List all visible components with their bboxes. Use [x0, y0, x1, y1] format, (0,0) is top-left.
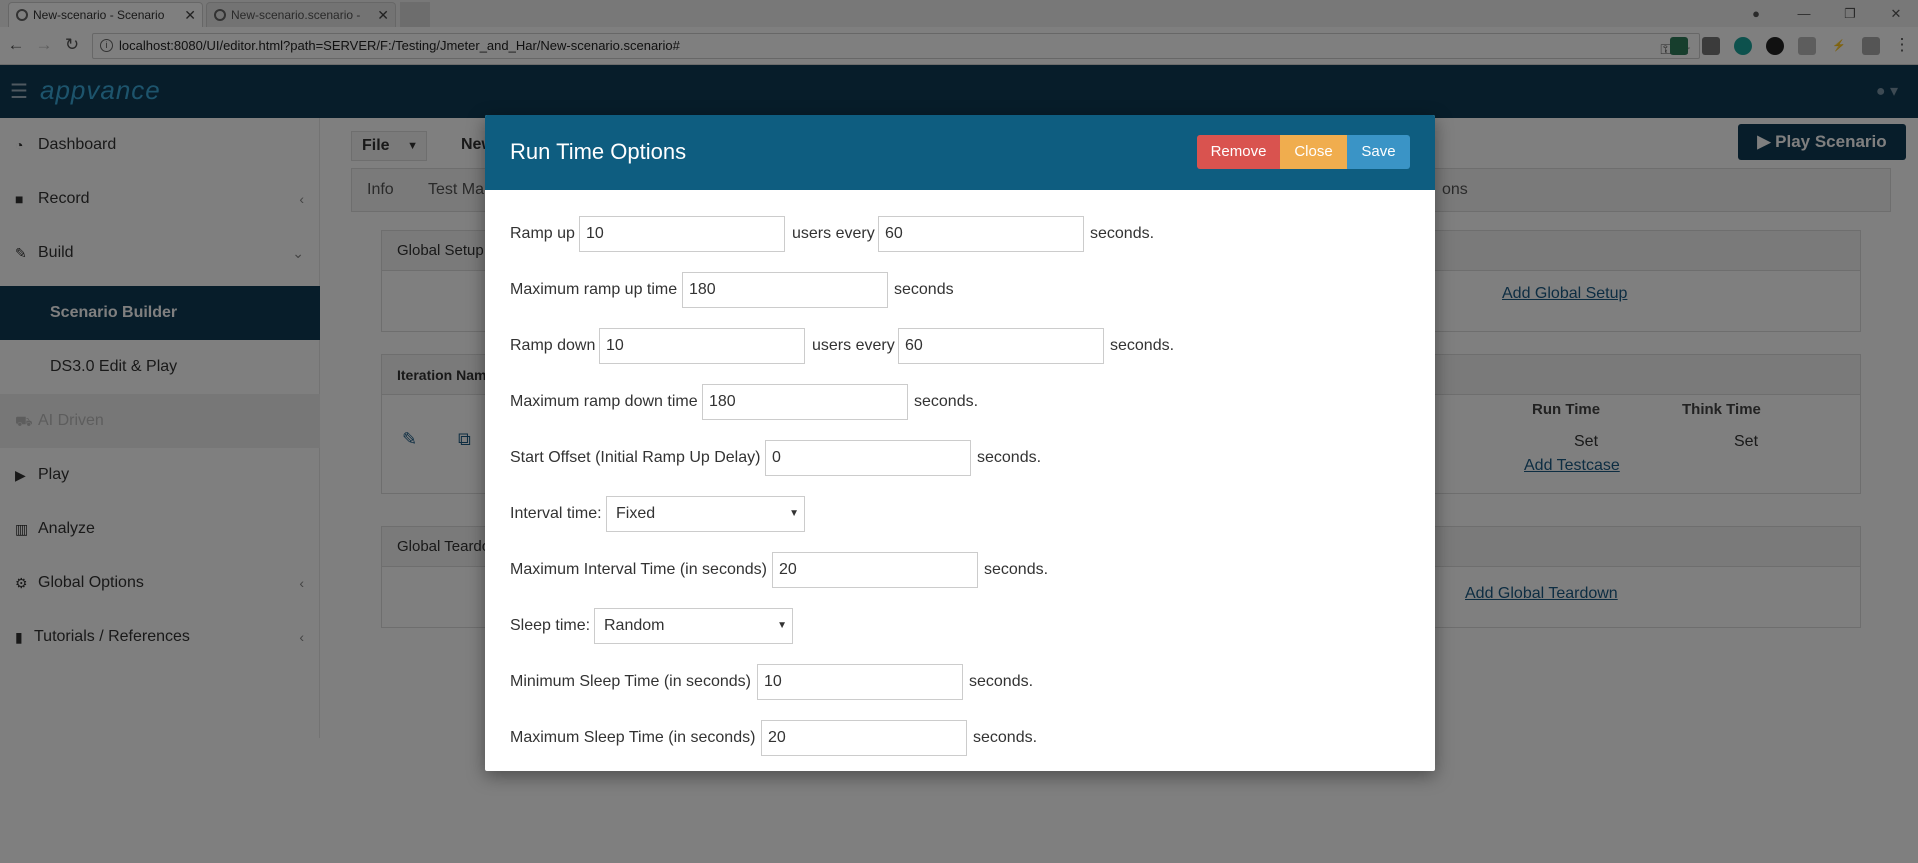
seconds-label: seconds. [1090, 225, 1155, 242]
start-offset-input[interactable] [765, 440, 971, 476]
users-every-label: users every [792, 225, 875, 242]
seconds-label: seconds. [914, 393, 979, 410]
max-sleep-label: Maximum Sleep Time (in seconds) [510, 729, 756, 746]
ramp-up-label: Ramp up [510, 225, 575, 242]
caret-down-icon: ▼ [777, 620, 787, 631]
seconds-label: seconds. [977, 449, 1042, 466]
start-offset-label: Start Offset (Initial Ramp Up Delay) [510, 449, 761, 466]
max-interval-label: Maximum Interval Time (in seconds) [510, 561, 767, 578]
seconds-label: seconds. [1110, 337, 1175, 354]
max-ramp-up-input[interactable] [682, 272, 888, 308]
ramp-down-interval-input[interactable] [898, 328, 1104, 364]
max-sleep-input[interactable] [761, 720, 967, 756]
max-interval-input[interactable] [772, 552, 978, 588]
close-button[interactable]: Close [1280, 135, 1347, 169]
min-sleep-label: Minimum Sleep Time (in seconds) [510, 673, 751, 690]
max-ramp-down-input[interactable] [702, 384, 908, 420]
modal-title: Run Time Options [510, 139, 687, 164]
seconds-label: seconds [894, 281, 954, 298]
remove-button[interactable]: Remove [1197, 135, 1280, 169]
max-ramp-down-label: Maximum ramp down time [510, 393, 698, 410]
min-sleep-input[interactable] [757, 664, 963, 700]
save-button[interactable]: Save [1347, 135, 1410, 169]
max-ramp-up-label: Maximum ramp up time [510, 281, 678, 298]
run-time-options-modal: Run Time Options Remove Close Save Ramp … [485, 115, 1435, 771]
ramp-up-interval-input[interactable] [878, 216, 1084, 252]
interval-time-select[interactable]: Fixed ▼ [606, 496, 805, 532]
ramp-up-users-input[interactable] [579, 216, 785, 252]
sleep-time-label: Sleep time: [510, 617, 591, 634]
seconds-label: seconds. [973, 729, 1038, 746]
interval-time-selected: Fixed [616, 505, 656, 522]
sleep-time-selected: Random [604, 617, 665, 634]
ramp-down-label: Ramp down [510, 337, 596, 354]
sleep-time-select[interactable]: Random ▼ [594, 608, 793, 644]
modal-header: Run Time Options Remove Close Save [485, 115, 1435, 190]
caret-down-icon: ▼ [789, 508, 799, 519]
ramp-down-users-input[interactable] [599, 328, 805, 364]
seconds-label: seconds. [969, 673, 1034, 690]
seconds-label: seconds. [984, 561, 1049, 578]
interval-time-label: Interval time: [510, 505, 602, 522]
users-every-label: users every [812, 337, 895, 354]
